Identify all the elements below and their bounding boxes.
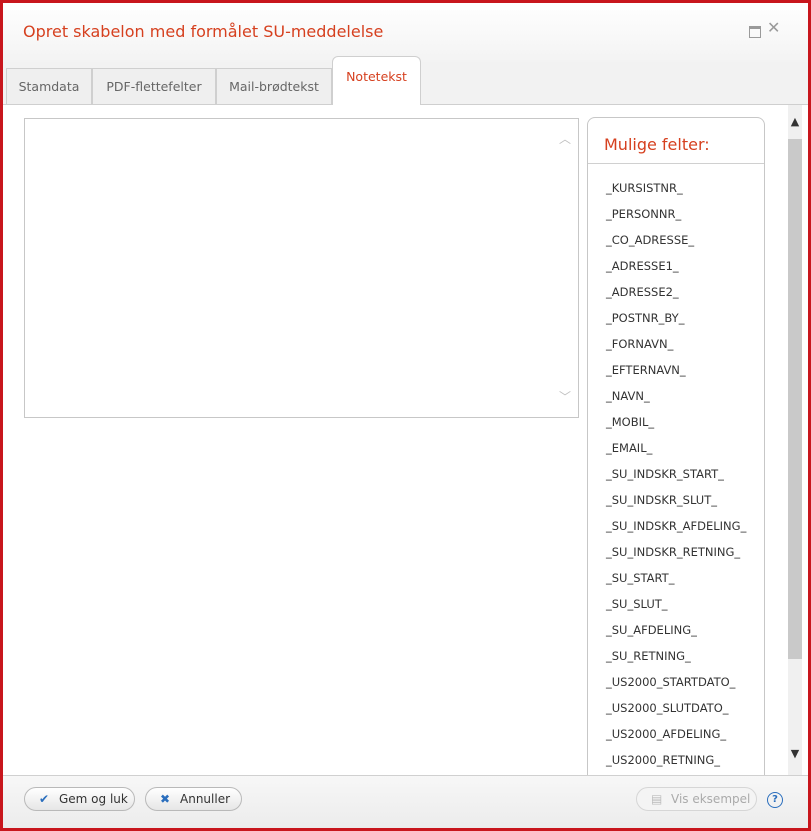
field-item[interactable]: _ADRESSE2_ xyxy=(588,279,764,305)
preview-label: Vis eksempel xyxy=(671,792,751,806)
field-item[interactable]: _CO_ADRESSE_ xyxy=(588,227,764,253)
field-item[interactable]: _PERSONNR_ xyxy=(588,201,764,227)
field-list: _KURSISTNR_ _PERSONNR_ _CO_ADRESSE_ _ADR… xyxy=(588,164,764,773)
close-icon[interactable]: ✕ xyxy=(767,20,780,36)
field-item[interactable]: _NAVN_ xyxy=(588,383,764,409)
available-fields-title: Mulige felter: xyxy=(588,118,764,164)
cancel-button[interactable]: ✖ Annuller xyxy=(145,787,242,811)
field-item[interactable]: _SU_INDSKR_START_ xyxy=(588,461,764,487)
save-and-close-label: Gem og luk xyxy=(59,792,128,806)
field-item[interactable]: _US2000_SLUTDATO_ xyxy=(588,695,764,721)
save-and-close-button[interactable]: ✔ Gem og luk xyxy=(24,787,135,811)
field-item[interactable]: _SU_INDSKR_SLUT_ xyxy=(588,487,764,513)
tab-notetekst[interactable]: Notetekst xyxy=(332,56,421,105)
scroll-down-icon[interactable]: ▼ xyxy=(788,747,802,761)
tab-bar: Stamdata PDF-flettefelter Mail-brødtekst… xyxy=(3,56,808,105)
field-item[interactable]: _SU_SLUT_ xyxy=(588,591,764,617)
field-item[interactable]: _SU_AFDELING_ xyxy=(588,617,764,643)
field-item[interactable]: _FORNAVN_ xyxy=(588,331,764,357)
field-item[interactable]: _EMAIL_ xyxy=(588,435,764,461)
field-item[interactable]: _US2000_STARTDATO_ xyxy=(588,669,764,695)
cross-icon: ✖ xyxy=(160,792,171,806)
note-text-editor[interactable] xyxy=(24,118,579,418)
tab-pdf-flettefelter[interactable]: PDF-flettefelter xyxy=(92,68,216,104)
vertical-scrollbar[interactable]: ▲ ▼ xyxy=(788,105,802,775)
tab-mail-brodtekst[interactable]: Mail-brødtekst xyxy=(216,68,332,104)
field-item[interactable]: _SU_RETNING_ xyxy=(588,643,764,669)
field-item[interactable]: _ADRESSE1_ xyxy=(588,253,764,279)
tab-stamdata[interactable]: Stamdata xyxy=(6,68,92,104)
field-item[interactable]: _KURSISTNR_ xyxy=(588,175,764,201)
scroll-thumb[interactable] xyxy=(788,139,802,659)
field-item[interactable]: _MOBIL_ xyxy=(588,409,764,435)
field-item[interactable]: _US2000_RETNING_ xyxy=(588,747,764,773)
help-icon[interactable]: ? xyxy=(767,792,783,808)
dialog-footer: ✔ Gem og luk ✖ Annuller ▤ Vis eksempel ? xyxy=(3,775,808,828)
field-item[interactable]: _SU_START_ xyxy=(588,565,764,591)
field-item[interactable]: _POSTNR_BY_ xyxy=(588,305,764,331)
field-item[interactable]: _SU_INDSKR_AFDELING_ xyxy=(588,513,764,539)
scroll-up-icon[interactable]: ▲ xyxy=(788,115,802,129)
field-item[interactable]: _EFTERNAVN_ xyxy=(588,357,764,383)
preview-button[interactable]: ▤ Vis eksempel xyxy=(636,787,757,811)
available-fields-panel: Mulige felter: _KURSISTNR_ _PERSONNR_ _C… xyxy=(587,117,765,789)
printer-icon: ▤ xyxy=(651,792,663,806)
tab-content: ︿ ﹀ Mulige felter: _KURSISTNR_ _PERSONNR… xyxy=(3,105,808,789)
checkmark-icon: ✔ xyxy=(39,792,50,806)
field-item[interactable]: _SU_INDSKR_RETNING_ xyxy=(588,539,764,565)
dialog: Opret skabelon med formålet SU-meddelels… xyxy=(0,0,811,831)
cancel-label: Annuller xyxy=(180,792,231,806)
maximize-icon[interactable] xyxy=(749,26,761,38)
title-bar: Opret skabelon med formålet SU-meddelels… xyxy=(3,3,808,62)
dialog-title: Opret skabelon med formålet SU-meddelels… xyxy=(23,22,384,41)
field-item[interactable]: _US2000_AFDELING_ xyxy=(588,721,764,747)
